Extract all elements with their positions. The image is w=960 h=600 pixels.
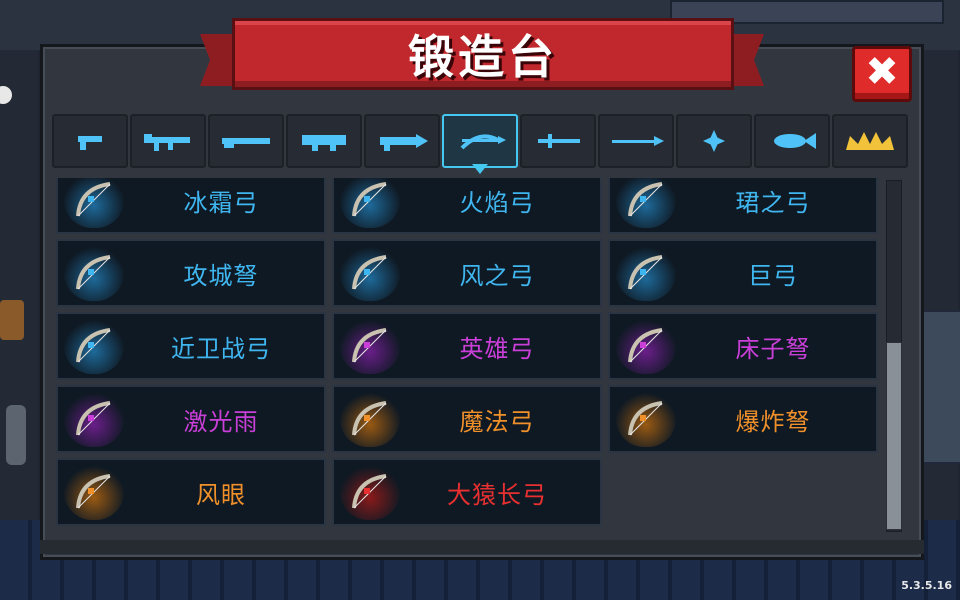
bow-icon [76, 474, 111, 509]
weapon-name: 冰霜弓 [183, 188, 259, 217]
weapon-item[interactable]: 激光雨 [56, 385, 326, 453]
crown-icon [846, 132, 894, 150]
weapon-name: 风眼 [196, 480, 246, 509]
weapon-name: 珺之弓 [735, 188, 811, 217]
weapon-item[interactable]: 近卫战弓 [56, 312, 326, 380]
page-title: 锻造台 [408, 30, 558, 84]
launcher-icon [302, 135, 346, 151]
weapon-item[interactable]: 大猿长弓 [332, 458, 602, 526]
tab-spear[interactable] [598, 114, 674, 168]
weapon-name: 火焰弓 [459, 188, 535, 217]
weapon-item[interactable]: 魔法弓 [332, 385, 602, 453]
weapon-item[interactable]: 英雄弓 [332, 312, 602, 380]
weapon-name: 魔法弓 [459, 407, 535, 436]
weapon-item[interactable]: 攻城弩 [56, 239, 326, 307]
bow-icon [352, 401, 387, 436]
weapon-item[interactable]: 珺之弓 [608, 178, 878, 234]
bow-icon [352, 474, 387, 509]
weapon-name: 英雄弓 [459, 334, 535, 363]
tab-rifle[interactable] [130, 114, 206, 168]
bow-icon [76, 255, 111, 290]
bow-icon [76, 182, 111, 217]
close-icon: ✖ [865, 49, 899, 95]
scrollbar-thumb[interactable] [886, 342, 902, 530]
weapon-name: 近卫战弓 [171, 334, 271, 363]
background-machine [918, 310, 960, 464]
tab-fish[interactable] [754, 114, 830, 168]
weapon-name: 激光雨 [183, 407, 259, 436]
weapon-name: 风之弓 [459, 261, 535, 290]
weapon-name: 攻城弩 [183, 261, 259, 290]
weapon-item[interactable]: 冰霜弓 [56, 178, 326, 234]
weapon-name: 爆炸弩 [735, 407, 811, 436]
bow-icon [628, 401, 663, 436]
bow-icon [352, 328, 387, 363]
weapon-category-tabs [52, 114, 908, 168]
tab-crown[interactable] [832, 114, 908, 168]
tab-shuriken[interactable] [676, 114, 752, 168]
tab-sword[interactable] [520, 114, 596, 168]
close-button[interactable]: ✖ [852, 46, 912, 102]
spear-icon [612, 136, 664, 146]
sword-icon [538, 134, 580, 148]
version-label: 5.3.5.16 [901, 579, 952, 592]
bow-icon [352, 255, 387, 290]
fish-icon [774, 133, 816, 149]
title-banner: 锻造台 [232, 18, 734, 90]
weapon-item[interactable]: 床子弩 [608, 312, 878, 380]
weapon-item[interactable]: 风之弓 [332, 239, 602, 307]
shotgun-icon [222, 138, 270, 148]
pistol-icon [78, 136, 102, 150]
weapon-item[interactable]: 爆炸弩 [608, 385, 878, 453]
weapon-item[interactable]: 火焰弓 [332, 178, 602, 234]
background-gas-tank [6, 405, 26, 465]
bow-icon [76, 401, 111, 436]
tab-pistol[interactable] [52, 114, 128, 168]
tab-shotgun[interactable] [208, 114, 284, 168]
tab-launcher[interactable] [286, 114, 362, 168]
weapon-name: 床子弩 [735, 334, 811, 363]
tab-laser-gun[interactable] [364, 114, 440, 168]
background-character [0, 300, 24, 340]
active-tab-pointer-icon [472, 164, 488, 174]
laser-gun-icon [380, 134, 428, 151]
panel-base [40, 540, 924, 554]
tab-bow[interactable] [442, 114, 518, 168]
weapon-list: 冰霜弓 火焰弓 珺之弓攻城弩 风之弓 巨弓近卫战弓 英雄弓 床子弩激光雨 魔法弓 爆炸弩风眼 大猿… [56, 178, 882, 532]
weapon-name: 大猿长弓 [447, 480, 547, 509]
bow-icon [628, 255, 663, 290]
bow-icon [352, 182, 387, 217]
bow-icon [76, 328, 111, 363]
weapon-item[interactable]: 风眼 [56, 458, 326, 526]
rifle-icon [144, 134, 190, 151]
bow-icon [460, 134, 506, 150]
bow-icon [628, 182, 663, 217]
weapon-name: 巨弓 [748, 261, 798, 290]
bow-icon [628, 328, 663, 363]
weapon-item[interactable]: 巨弓 [608, 239, 878, 307]
shuriken-icon [703, 130, 725, 152]
